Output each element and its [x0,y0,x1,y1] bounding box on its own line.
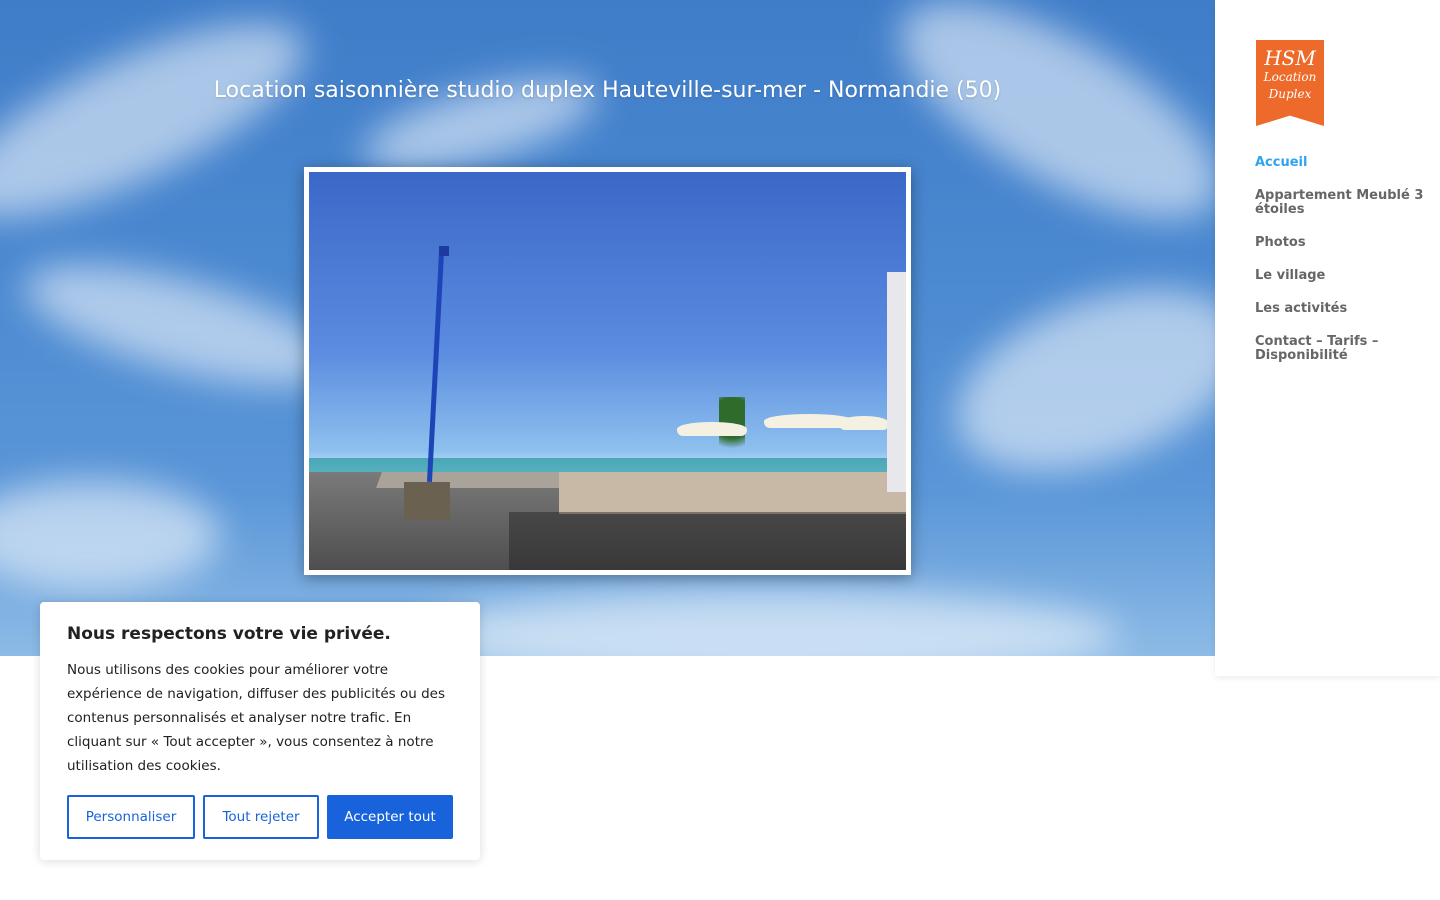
customize-button[interactable]: Personnaliser [67,795,195,839]
photo-shadow [509,512,906,570]
cloud [0,480,220,590]
hero-banner: Location saisonnière studio duplex Haute… [0,0,1215,656]
cloud [869,0,1215,261]
cloud [420,590,1120,656]
photo-lamp-post [426,252,445,482]
nav-item-le-village[interactable]: Le village [1255,269,1425,283]
main-nav: Accueil Appartement Meublé 3 étoiles Pho… [1255,156,1425,382]
nav-item-accueil[interactable]: Accueil [1255,156,1425,170]
nav-item-contact[interactable]: Contact – Tarifs – Disponibilité [1255,335,1425,363]
cloud [931,253,1215,507]
cloud [13,240,347,410]
cloud [0,0,328,255]
logo-text-duplex: Duplex [1268,87,1312,101]
cookie-buttons: Personnaliser Tout rejeter Accepter tout [67,795,453,839]
page-title: Location saisonnière studio duplex Haute… [213,78,1002,103]
nav-item-photos[interactable]: Photos [1255,236,1425,250]
logo-text-location: Location [1263,70,1317,84]
nav-item-appartement[interactable]: Appartement Meublé 3 étoiles [1255,189,1425,217]
logo-text-hsm: HSM [1264,46,1316,70]
sidebar: HSM Location Duplex Accueil Appartement … [1215,0,1440,676]
photo-terrace [559,472,906,514]
photo-building [887,272,906,492]
beach-photo-frame [304,167,911,575]
beach-photo [309,172,906,570]
photo-parasol [677,422,747,436]
photo-stone [404,482,450,520]
site-logo[interactable]: HSM Location Duplex [1256,40,1324,126]
photo-parasol [839,416,889,430]
nav-item-les-activites[interactable]: Les activités [1255,302,1425,316]
photo-lamp-head [439,246,449,256]
accept-all-button[interactable]: Accepter tout [327,795,453,839]
cookie-title: Nous respectons votre vie privée. [67,624,391,644]
cookie-text: Nous utilisons des cookies pour améliore… [67,662,445,774]
reject-all-button[interactable]: Tout rejeter [203,795,319,839]
cookie-consent-banner: Nous respectons votre vie privée. Nous u… [40,602,480,860]
